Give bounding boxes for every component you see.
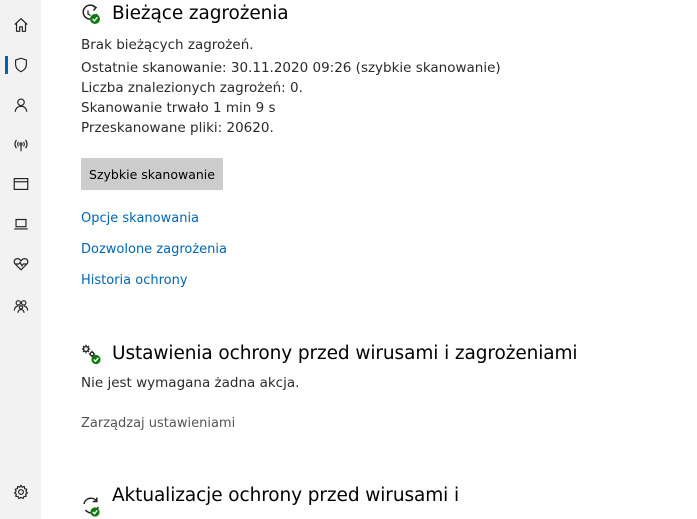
gears-check-icon <box>80 343 102 365</box>
last-scan-text: Ostatnie skanowanie: 30.11.2020 09:26 (s… <box>81 60 501 76</box>
sidebar-item-device-performance[interactable] <box>0 246 41 282</box>
scan-refresh-check-icon <box>80 3 102 25</box>
sidebar-item-firewall[interactable] <box>0 127 41 163</box>
main-content: Bieżące zagrożenia Brak bieżących zagroż… <box>81 0 697 519</box>
app-browser-icon <box>13 178 28 190</box>
protection-settings-title: Ustawienia ochrony przed wirusami i zagr… <box>112 343 578 364</box>
wireless-icon <box>14 139 27 152</box>
manage-settings-link[interactable]: Zarządzaj ustawieniami <box>81 416 235 431</box>
allowed-threats-link[interactable]: Dozwolone zagrożenia <box>81 242 227 257</box>
threats-status-text: Brak bieżących zagrożeń. <box>81 37 254 53</box>
family-icon <box>13 300 28 313</box>
update-check-icon <box>80 495 102 517</box>
sidebar-item-home[interactable] <box>0 7 41 43</box>
current-threats-title: Bieżące zagrożenia <box>112 3 289 24</box>
sidebar-item-account-protection[interactable] <box>0 87 41 123</box>
sidebar-item-app-browser-control[interactable] <box>0 166 41 202</box>
person-icon <box>14 98 27 112</box>
sidebar-item-settings[interactable] <box>0 474 41 510</box>
heart-icon <box>13 258 28 271</box>
quick-scan-button[interactable]: Szybkie skanowanie <box>81 158 223 190</box>
sidebar-item-family-options[interactable] <box>0 288 41 324</box>
gear-icon <box>13 484 28 500</box>
sidebar-item-virus-protection[interactable] <box>0 47 41 83</box>
windows-security-window: Bieżące zagrożenia Brak bieżących zagroż… <box>0 0 697 519</box>
home-icon <box>13 18 28 32</box>
files-scanned-text: Przeskanowane pliki: 20620. <box>81 120 274 136</box>
laptop-icon <box>13 218 28 230</box>
protection-history-link[interactable]: Historia ochrony <box>81 273 188 288</box>
scan-options-link[interactable]: Opcje skanowania <box>81 211 199 226</box>
threats-found-text: Liczba znalezionych zagrożeń: 0. <box>81 80 303 96</box>
scan-duration-text: Skanowanie trwało 1 min 9 s <box>81 100 276 116</box>
sidebar <box>0 0 41 519</box>
sidebar-item-device-security[interactable] <box>0 206 41 242</box>
protection-settings-status: Nie jest wymagana żadna akcja. <box>81 375 300 391</box>
protection-updates-title: Aktualizacje ochrony przed wirusami i <box>112 485 459 506</box>
shield-icon <box>14 57 27 73</box>
